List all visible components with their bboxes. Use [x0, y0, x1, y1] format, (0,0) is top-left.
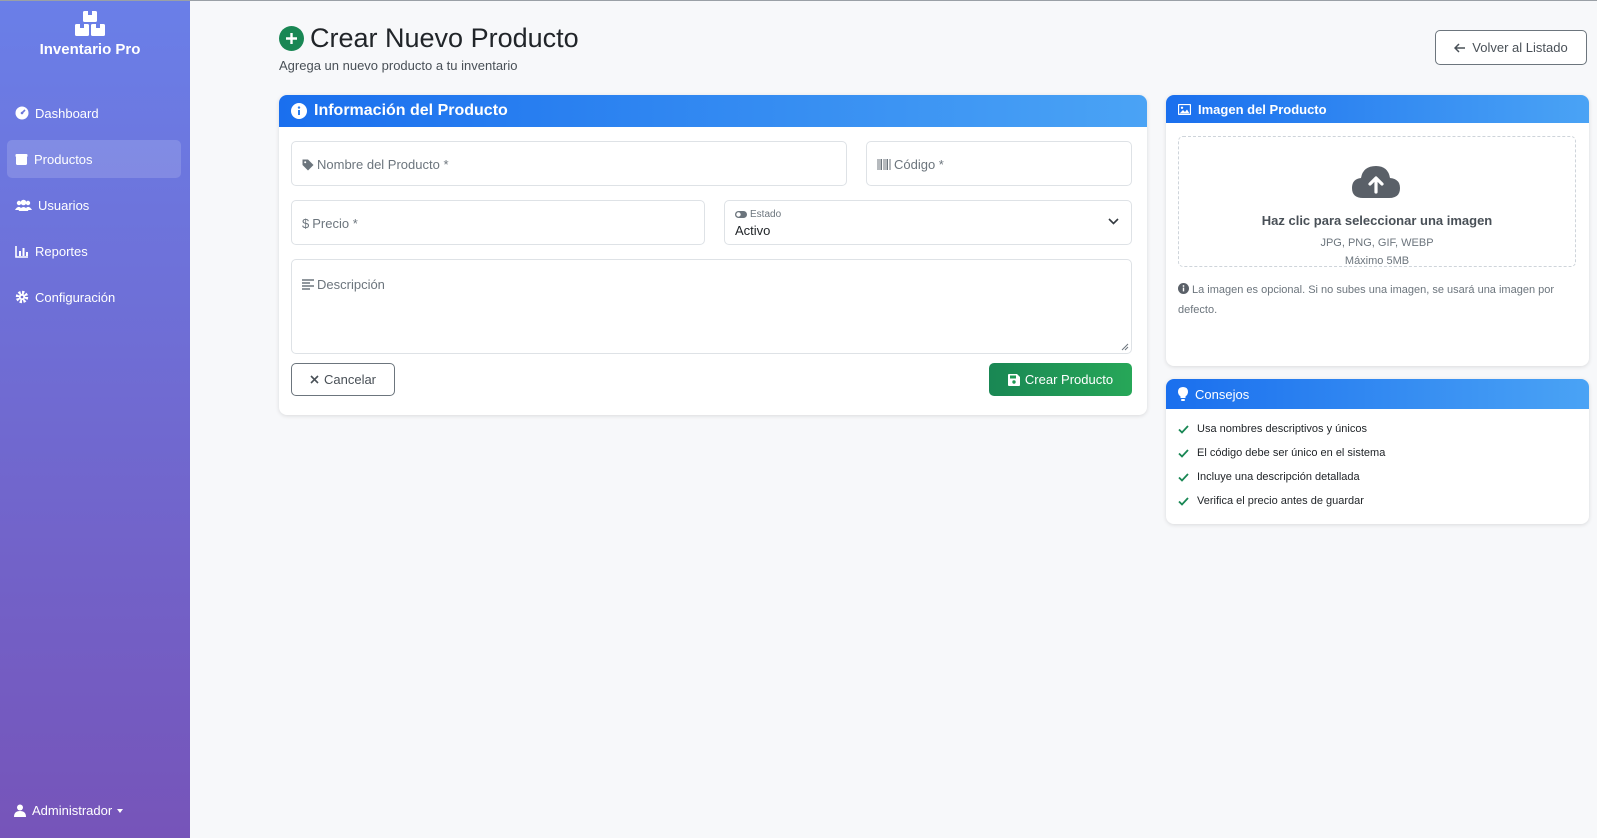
check-icon: [1178, 448, 1189, 458]
plus-circle-icon: [279, 26, 304, 51]
close-icon: [310, 375, 319, 384]
upload-title: Haz clic para seleccionar una imagen: [1261, 213, 1493, 228]
description-placeholder: Descripción: [302, 277, 385, 292]
image-upload-dropzone[interactable]: Haz clic para seleccionar una imagen JPG…: [1178, 136, 1576, 267]
lightbulb-icon: [1178, 387, 1188, 401]
sidebar-item-reportes[interactable]: Reportes: [7, 232, 181, 270]
page-title: Crear Nuevo Producto: [310, 23, 579, 53]
create-product-label: Crear Producto: [1024, 372, 1114, 387]
price-input[interactable]: $ Precio *: [291, 200, 705, 245]
status-label-text: Estado: [750, 209, 782, 220]
sidebar-item-label: Configuración: [35, 289, 116, 305]
tip-text: Usa nombres descriptivos y únicos: [1197, 423, 1367, 435]
description-textarea[interactable]: Descripción: [291, 259, 1132, 354]
toggle-icon: [735, 211, 747, 218]
brand-name: Inventario Pro: [39, 41, 141, 58]
tip-item: Verifica el precio antes de guardar: [1178, 495, 1364, 507]
status-label: Estado: [735, 209, 781, 220]
tip-text: El código debe ser único en el sistema: [1197, 447, 1386, 459]
image-note-text: La imagen es opcional. Si no subes una i…: [1178, 284, 1555, 316]
user-icon: [14, 804, 26, 817]
back-to-list-button[interactable]: Volver al Listado: [1435, 30, 1587, 65]
sidebar-item-label: Dashboard: [35, 105, 99, 121]
create-product-button[interactable]: Crear Producto: [989, 363, 1132, 396]
price-placeholder-text: Precio *: [312, 216, 358, 231]
sidebar-item-dashboard[interactable]: Dashboard: [7, 94, 181, 132]
boxes-icon: [75, 11, 105, 36]
product-info-header: Información del Producto: [279, 95, 1147, 127]
sidebar-item-label: Reportes: [35, 243, 88, 259]
cloud-upload-icon: [1352, 166, 1400, 198]
barcode-icon: [877, 159, 891, 170]
info-circle-icon: [1178, 283, 1189, 294]
product-image-card: Imagen del Producto Haz clic para selecc…: [1166, 95, 1589, 366]
sidebar-item-label: Productos: [34, 151, 93, 167]
image-note: La imagen es opcional. Si no subes una i…: [1178, 280, 1578, 320]
user-menu[interactable]: Administrador: [14, 803, 124, 818]
sidebar-item-usuarios[interactable]: Usuarios: [7, 186, 181, 224]
product-image-title: Imagen del Producto: [1198, 101, 1327, 117]
arrow-left-icon: [1454, 42, 1466, 53]
product-name-input[interactable]: Nombre del Producto *: [291, 141, 847, 186]
caret-down-icon: [117, 808, 124, 813]
users-icon: [15, 199, 32, 211]
check-icon: [1178, 496, 1189, 506]
tip-text: Incluye una descripción detallada: [1197, 471, 1360, 483]
tip-text: Verifica el precio antes de guardar: [1197, 495, 1364, 507]
gear-icon: [15, 290, 29, 304]
chart-icon: [15, 245, 28, 258]
page-header: Crear Nuevo Producto: [279, 23, 579, 54]
product-image-header: Imagen del Producto: [1166, 95, 1589, 123]
sidebar-item-label: Usuarios: [38, 197, 90, 213]
sidebar-item-productos[interactable]: Productos: [7, 140, 181, 178]
sidebar: Inventario Pro Dashboard Productos Usuar…: [0, 1, 190, 838]
user-name: Administrador: [32, 803, 113, 818]
info-circle-icon: [291, 103, 307, 119]
status-select[interactable]: Estado Activo: [724, 200, 1132, 245]
page-subtitle: Agrega un nuevo producto a tu inventario: [279, 58, 518, 73]
product-code-placeholder: Código *: [877, 157, 944, 172]
product-name-placeholder: Nombre del Producto *: [302, 157, 449, 172]
tips-card: Consejos Usa nombres descriptivos y únic…: [1166, 379, 1589, 524]
upload-max-size: Máximo 5MB: [1344, 255, 1410, 267]
status-value: Activo: [735, 223, 771, 238]
check-icon: [1178, 472, 1189, 482]
product-info-title: Información del Producto: [314, 102, 508, 119]
tip-item: Usa nombres descriptivos y únicos: [1178, 423, 1367, 435]
sidebar-item-configuracion[interactable]: Configuración: [7, 278, 181, 316]
align-left-icon: [302, 279, 314, 290]
brand[interactable]: Inventario Pro: [0, 11, 180, 58]
cancel-button[interactable]: Cancelar: [291, 363, 395, 396]
box-icon: [15, 153, 28, 165]
save-icon: [1007, 373, 1020, 386]
tag-icon: [302, 159, 314, 170]
chevron-down-icon: [1108, 218, 1119, 225]
upload-formats: JPG, PNG, GIF, WEBP: [1320, 237, 1434, 249]
dollar-icon: $: [302, 216, 310, 231]
product-name-placeholder-text: Nombre del Producto *: [317, 157, 449, 172]
product-code-input[interactable]: Código *: [866, 141, 1132, 186]
description-placeholder-text: Descripción: [317, 277, 385, 292]
back-label: Volver al Listado: [1472, 40, 1568, 55]
tips-header: Consejos: [1166, 379, 1589, 409]
product-code-placeholder-text: Código *: [894, 157, 944, 172]
resize-handle-icon[interactable]: [1121, 343, 1129, 351]
dashboard-icon: [15, 106, 29, 120]
tips-title: Consejos: [1195, 386, 1250, 402]
cancel-label: Cancelar: [323, 372, 377, 387]
price-placeholder: $ Precio *: [302, 216, 358, 231]
check-icon: [1178, 424, 1189, 434]
product-info-card: Información del Producto Nombre del Prod…: [279, 95, 1147, 415]
tip-item: El código debe ser único en el sistema: [1178, 447, 1385, 459]
tip-item: Incluye una descripción detallada: [1178, 471, 1360, 483]
image-icon: [1178, 103, 1191, 115]
